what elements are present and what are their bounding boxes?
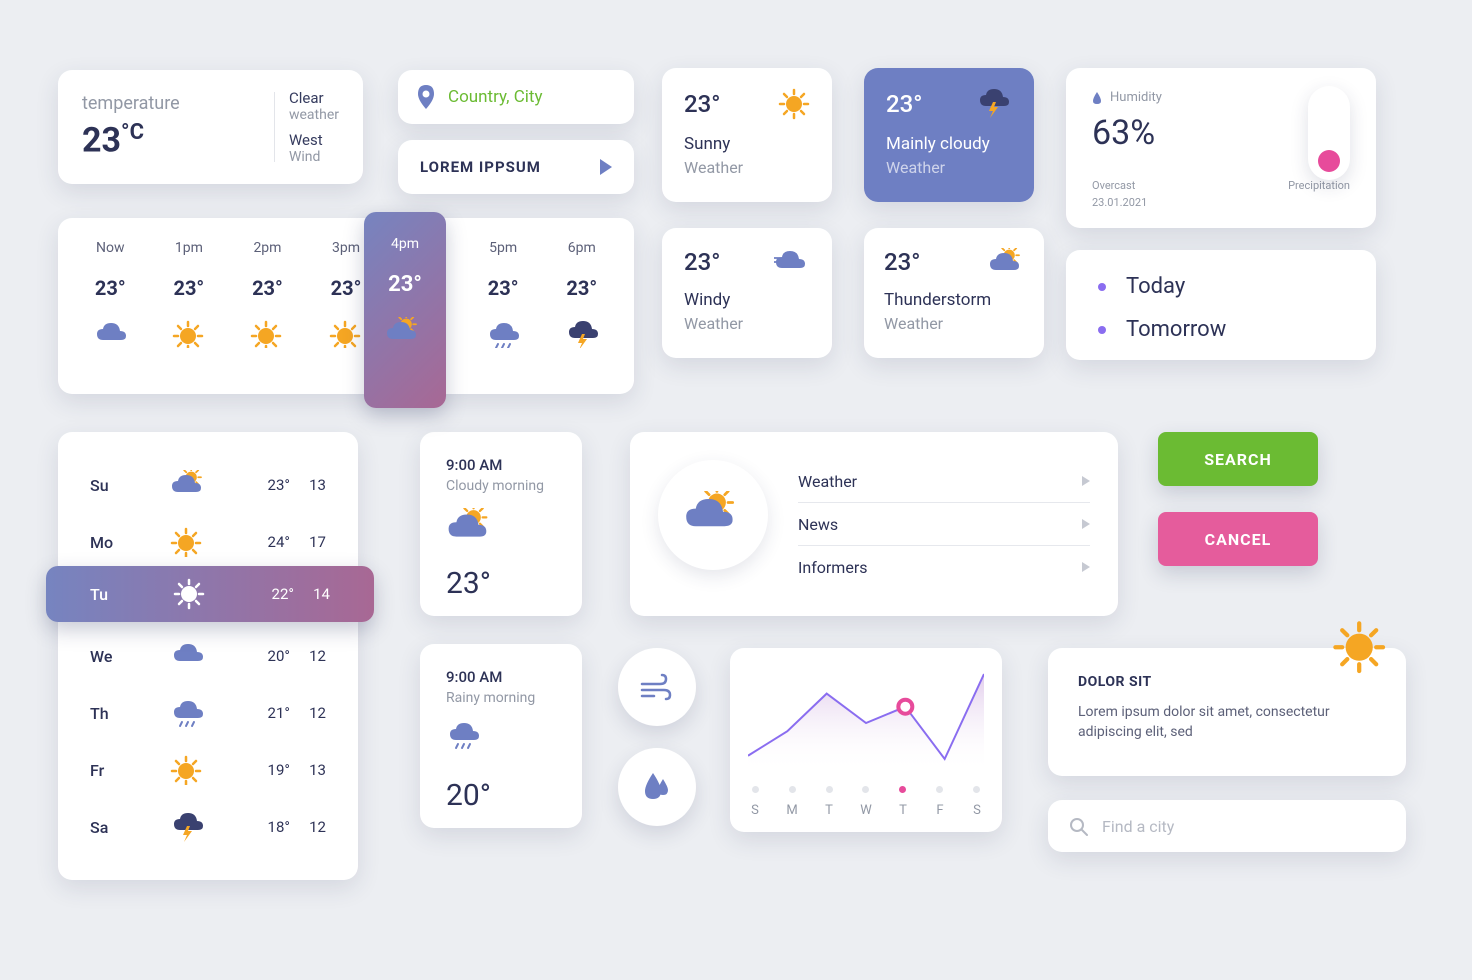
morning-cloudy-card[interactable]: 9:00 AM Cloudy morning 23° (420, 432, 582, 616)
week-row-Th[interactable]: Th21°12 (90, 688, 326, 738)
search-icon (1068, 816, 1088, 836)
wind-label: West (289, 131, 339, 149)
hour-6[interactable]: 6pm23° (547, 240, 616, 372)
partly-icon (446, 508, 494, 544)
sun-icon (173, 578, 205, 610)
info-title: DOLOR SIT (1078, 674, 1376, 690)
hour-0[interactable]: Now23° (76, 240, 145, 372)
tile-windy[interactable]: 23° Windy Weather (662, 228, 832, 358)
hour-2[interactable]: 2pm23° (233, 240, 302, 372)
humidity-card: Humidity 63% OvercastPrecipitation 23.01… (1066, 68, 1376, 228)
chart-card: SMTWTFS (730, 648, 1002, 832)
weekly-forecast: Su23°13Mo24°17Tu22°14We20°12Th21°12Fr19°… (58, 432, 358, 880)
hour-5[interactable]: 5pm23° (469, 240, 538, 372)
week-row-Su[interactable]: Su23°13 (90, 460, 326, 510)
week-row-Fr[interactable]: Fr19°13 (90, 745, 326, 795)
play-icon (600, 159, 612, 175)
tomorrow-item[interactable]: Tomorrow (1098, 317, 1344, 342)
temperature-chart (748, 664, 984, 774)
lorem-label: LOREM IPPSUM (420, 158, 541, 176)
menu-card: WeatherNewsInformers (630, 432, 1118, 616)
tile-sunny[interactable]: 23° Sunny Weather (662, 68, 832, 202)
partly-icon (988, 248, 1024, 276)
drops-icon (641, 771, 673, 803)
info-body: Lorem ipsum dolor sit amet, consectetur … (1078, 702, 1376, 743)
menu-item-weather[interactable]: Weather (798, 460, 1090, 503)
location-selector[interactable]: Country, City (398, 70, 634, 124)
location-text: Country, City (448, 87, 543, 107)
wind-cloud-icon (774, 250, 810, 274)
info-card: DOLOR SIT Lorem ipsum dolor sit amet, co… (1048, 648, 1406, 776)
condition-label: Clear (289, 89, 339, 107)
morning-rainy-card[interactable]: 9:00 AM Rainy morning 20° (420, 644, 582, 828)
partly-icon (385, 317, 425, 349)
humidity-slider[interactable] (1308, 86, 1350, 180)
today-tomorrow-card: Today Tomorrow (1066, 250, 1376, 360)
menu-item-informers[interactable]: Informers (798, 546, 1090, 588)
wind-icon (638, 672, 676, 702)
lorem-button[interactable]: LOREM IPPSUM (398, 140, 634, 194)
weekly-selected[interactable]: Tu 22° 14 (46, 566, 374, 622)
cancel-button[interactable]: CANCEL (1158, 512, 1318, 566)
drop-icon (1092, 92, 1102, 104)
wind-circle[interactable] (618, 648, 696, 726)
hour-1[interactable]: 1pm23° (155, 240, 224, 372)
week-row-We[interactable]: We20°12 (90, 631, 326, 681)
tile-cloudy[interactable]: 23° Mainly cloudy Weather (864, 68, 1034, 202)
drop-circle[interactable] (618, 748, 696, 826)
week-row-Mo[interactable]: Mo24°17 (90, 517, 326, 567)
menu-item-news[interactable]: News (798, 503, 1090, 546)
pin-icon (416, 85, 436, 109)
temperature-value: 23°C (82, 120, 260, 160)
sun-icon (1332, 620, 1388, 676)
search-placeholder: Find a city (1102, 817, 1174, 836)
hourly-forecast: Now23°1pm23°2pm23°3pm23°4pm23°5pm23°6pm2… (58, 218, 634, 394)
week-row-Sa[interactable]: Sa18°12 (90, 802, 326, 852)
temperature-label: temperature (82, 93, 260, 114)
temperature-card: temperature 23°C Clearweather WestWind (58, 70, 363, 184)
tile-thunderstorm[interactable]: 23° Thunderstorm Weather (864, 228, 1044, 358)
hourly-selected[interactable]: 4pm 23° (364, 212, 446, 408)
menu-weather-icon (658, 460, 768, 570)
sun-icon (778, 88, 810, 120)
rain-icon (446, 720, 486, 756)
thunder-icon (976, 88, 1012, 120)
search-input-card[interactable]: Find a city (1048, 800, 1406, 852)
search-button[interactable]: SEARCH (1158, 432, 1318, 486)
today-item[interactable]: Today (1098, 274, 1344, 299)
